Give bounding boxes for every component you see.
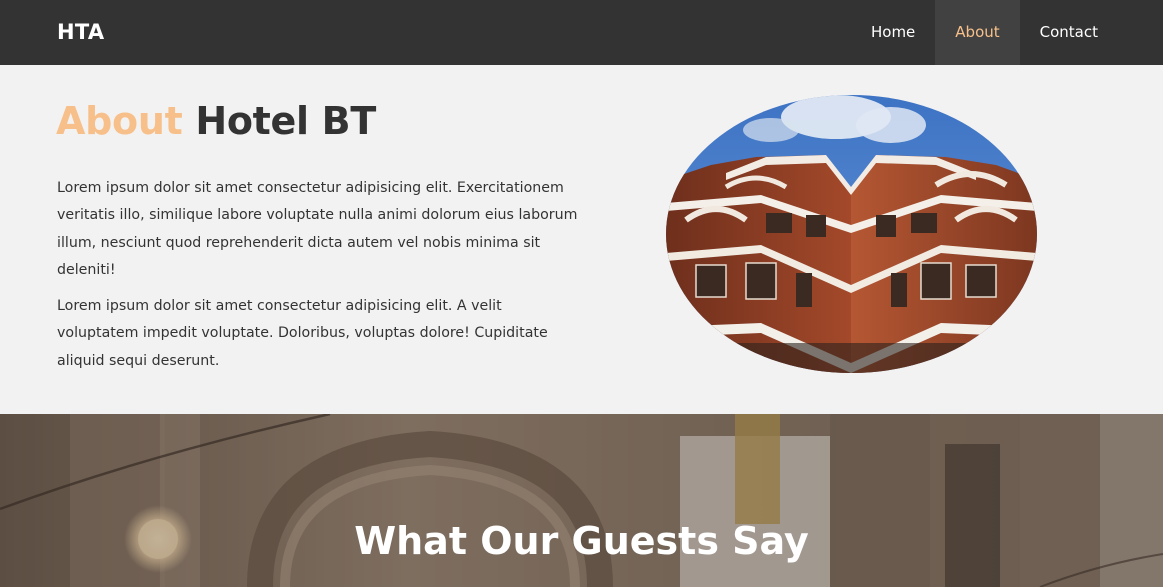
nav-item-about[interactable]: About — [935, 0, 1020, 65]
navbar: HTA Home About Contact — [0, 0, 1163, 65]
nav-item-home[interactable]: Home — [851, 0, 935, 65]
about-title-accent: About — [56, 99, 183, 143]
about-paragraph-1: Lorem ipsum dolor sit amet consectetur a… — [57, 180, 578, 278]
about-section: About Hotel BT Lorem ipsum dolor sit ame… — [0, 65, 1163, 414]
nav-menu: Home About Contact — [851, 0, 1118, 65]
testimonials-title: What Our Guests Say — [354, 519, 809, 563]
about-paragraph-2: Lorem ipsum dolor sit amet consectetur a… — [57, 298, 548, 369]
brand-logo[interactable]: HTA — [57, 0, 104, 65]
about-text: Lorem ipsum dolor sit amet consectetur a… — [57, 175, 587, 384]
hotel-building-image — [666, 95, 1037, 373]
about-title: About Hotel BT — [56, 97, 376, 145]
about-title-rest: Hotel BT — [195, 99, 376, 143]
nav-item-contact[interactable]: Contact — [1020, 0, 1118, 65]
testimonials-section: What Our Guests Say — [0, 414, 1163, 587]
